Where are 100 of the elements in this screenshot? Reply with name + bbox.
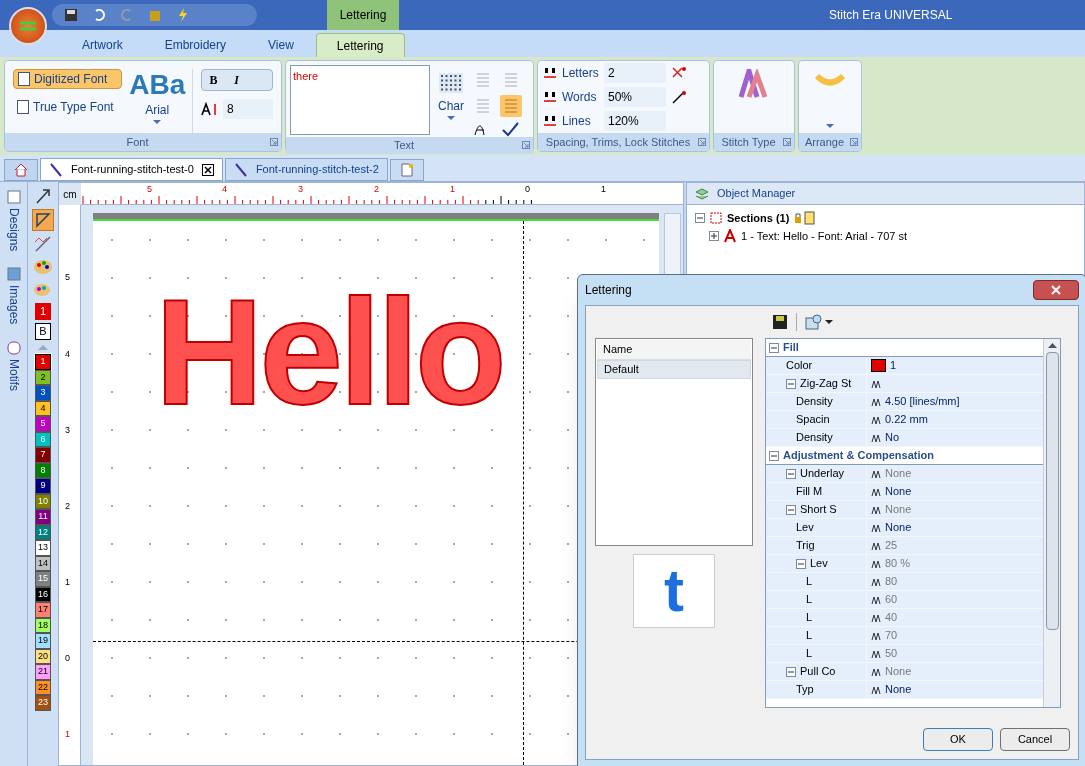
current-color[interactable]: 1 <box>35 303 51 320</box>
property-value[interactable]: None <box>885 501 912 518</box>
home-tab[interactable] <box>4 159 38 181</box>
scroll-up-icon[interactable] <box>1047 343 1057 348</box>
arrow-tool-icon[interactable] <box>33 186 53 206</box>
property-value[interactable]: 1 <box>890 357 897 374</box>
italic-button[interactable]: I <box>225 70 248 90</box>
font-dropdown[interactable]: Arial <box>145 101 170 119</box>
palette-color[interactable]: 11 <box>35 509 51 525</box>
collapse-icon[interactable] <box>695 213 705 223</box>
text-input[interactable]: there <box>290 65 430 135</box>
document-tab[interactable]: Font-running-stitch-test-2 <box>224 158 388 181</box>
collapse-icon[interactable] <box>786 666 796 677</box>
palette-color[interactable]: 17 <box>35 602 51 618</box>
stitch-tool-icon[interactable] <box>33 234 53 254</box>
palette-color[interactable]: 5 <box>35 416 51 432</box>
search-dropdown-icon[interactable] <box>805 314 835 330</box>
property-value[interactable]: 0.22 mm <box>885 411 928 428</box>
app-orb-button[interactable] <box>9 7 47 45</box>
spacing-field[interactable]: 2 <box>604 63 666 83</box>
palette-color[interactable]: 15 <box>35 571 51 587</box>
dialog-launcher-icon[interactable] <box>783 138 791 146</box>
font-type-button[interactable]: True Type Font <box>13 97 123 117</box>
caret-icon[interactable] <box>153 119 162 125</box>
dialog-launcher-icon[interactable] <box>698 138 706 146</box>
dialog-launcher-icon[interactable] <box>270 138 278 146</box>
palette-color[interactable]: 23 <box>35 695 51 711</box>
property-label: L <box>806 628 813 644</box>
collapse-icon[interactable] <box>786 468 796 479</box>
property-value[interactable]: None <box>885 681 912 698</box>
collapse-icon[interactable] <box>769 450 779 461</box>
draw-tool-icon[interactable] <box>32 209 54 231</box>
caret-icon[interactable] <box>447 115 455 121</box>
property-value[interactable]: None <box>885 465 912 482</box>
char-button[interactable]: Char <box>438 97 464 115</box>
font-type-button[interactable]: Digitized Font <box>13 69 123 89</box>
property-value[interactable]: 60 <box>885 591 898 608</box>
new-tab[interactable] <box>389 159 424 181</box>
dialog-button[interactable]: OK <box>923 727 993 751</box>
palette-color[interactable]: 9 <box>35 478 51 494</box>
spacing-field[interactable]: 50% <box>604 87 666 107</box>
bold-button[interactable]: B <box>202 70 225 90</box>
lock-icon[interactable] <box>793 211 816 225</box>
background-color[interactable]: B <box>35 323 51 340</box>
close-icon[interactable] <box>201 163 214 176</box>
palette-color[interactable]: 7 <box>35 447 51 463</box>
ruler-label: 4 <box>222 183 227 196</box>
close-button[interactable] <box>1033 280 1079 300</box>
palette-color[interactable]: 13 <box>35 540 51 556</box>
property-value[interactable]: 80 % <box>885 555 911 572</box>
property-value[interactable]: 50 <box>885 645 898 662</box>
side-tab[interactable]: Designs <box>4 208 23 252</box>
property-value[interactable]: 40 <box>885 609 898 626</box>
property-label: L <box>806 574 813 590</box>
collapse-icon[interactable] <box>796 558 806 569</box>
lightning-icon[interactable] <box>176 8 190 22</box>
ribbon-tab[interactable]: View <box>248 33 314 57</box>
property-value[interactable]: None <box>885 663 912 680</box>
side-tab[interactable]: Motifs <box>4 358 23 391</box>
property-label: Pull Co <box>800 664 836 680</box>
expand-icon[interactable] <box>709 231 719 241</box>
property-value[interactable]: No <box>885 429 900 446</box>
palette-color[interactable]: 3 <box>35 385 51 401</box>
dialog-launcher-icon[interactable] <box>522 141 530 150</box>
dialog-launcher-icon[interactable] <box>850 138 858 146</box>
collapse-icon[interactable] <box>786 378 796 389</box>
tree-item[interactable]: 1 - Text: Hello - Font: Arial - 707 st <box>741 227 908 245</box>
property-value[interactable]: None <box>885 519 912 536</box>
list-item[interactable]: Default <box>597 360 751 379</box>
property-value[interactable]: 70 <box>885 627 898 644</box>
stitch-letter-icon[interactable] <box>739 69 769 99</box>
ruler-label: 0 <box>525 183 530 196</box>
spacing-field[interactable]: 120% <box>604 111 666 131</box>
dialog-button[interactable]: Cancel <box>1000 727 1070 751</box>
tree-item[interactable]: Sections (1) <box>727 209 790 227</box>
palette-color[interactable]: 21 <box>35 664 51 680</box>
property-label: Density <box>796 430 833 446</box>
property-value[interactable]: None <box>885 483 912 500</box>
collapse-icon[interactable] <box>786 504 796 515</box>
side-tab[interactable]: Images <box>4 285 23 325</box>
collapse-icon[interactable] <box>769 342 779 353</box>
scrollbar[interactable] <box>1043 339 1060 707</box>
palette-color[interactable]: 1 <box>35 354 51 370</box>
document-tab[interactable]: Font-running-stitch-test-0 <box>40 158 223 181</box>
property-value[interactable]: 4.50 [lines/mm] <box>885 393 960 410</box>
spell-check-icon[interactable] <box>500 121 520 137</box>
property-value[interactable]: 80 <box>885 573 898 590</box>
save-icon[interactable] <box>64 8 78 22</box>
caret-icon[interactable] <box>826 123 834 129</box>
ribbon-tab[interactable]: Artwork <box>62 33 143 57</box>
font-size-field[interactable]: 8 <box>223 99 273 119</box>
ribbon-tab[interactable]: Embroidery <box>144 33 247 57</box>
ruler-label: 0 <box>65 652 70 665</box>
save-icon[interactable] <box>772 314 788 330</box>
clipboard-icon[interactable] <box>148 8 162 22</box>
ruler-label: 1 <box>450 183 455 196</box>
ribbon-tab[interactable]: Lettering <box>315 33 405 57</box>
property-value[interactable]: 25 <box>885 537 898 554</box>
palette-icon[interactable] <box>33 257 53 277</box>
palette-color[interactable]: 19 <box>35 633 51 649</box>
